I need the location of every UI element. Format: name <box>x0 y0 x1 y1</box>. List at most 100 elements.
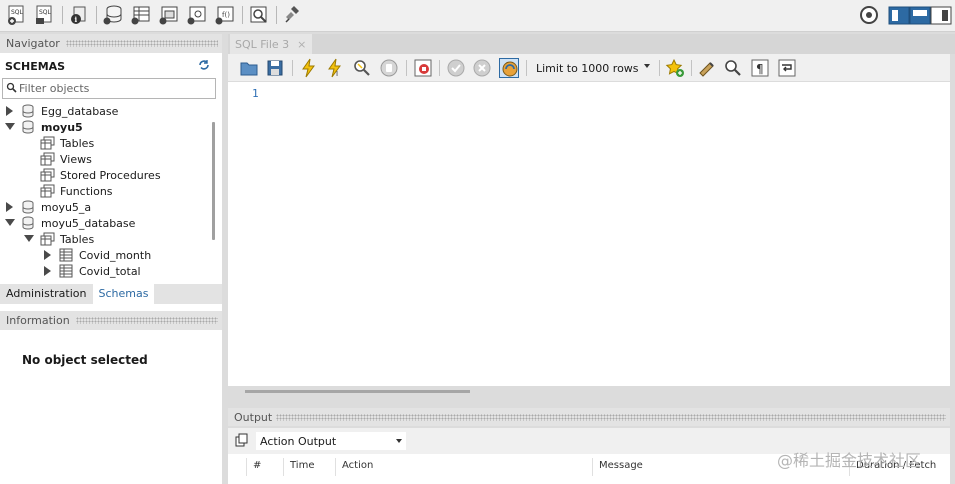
limit-rows-select[interactable]: Limit to 1000 rows <box>530 58 654 78</box>
stop-icon[interactable] <box>379 58 399 78</box>
tree-item-schema[interactable]: moyu5_database <box>0 215 210 231</box>
tree-item-folder[interactable]: Views <box>0 151 210 167</box>
expand-arrow-icon[interactable] <box>43 266 53 276</box>
table-icon <box>59 248 74 262</box>
editor-horizontal-scrollbar[interactable] <box>245 390 470 393</box>
tree-item-folder[interactable]: Tables <box>0 231 210 247</box>
copy-icon[interactable] <box>235 433 249 447</box>
editor-toolbar: I Limit to 1000 rows ¶ <box>228 54 950 82</box>
output-header: Output <box>228 408 950 426</box>
tree-item-label: moyu5_a <box>41 200 92 214</box>
settings-icon[interactable] <box>858 4 880 26</box>
tree-item-label: Stored Procedures <box>60 168 161 182</box>
folder-icon <box>40 168 55 182</box>
collapse-arrow-icon[interactable] <box>5 218 15 228</box>
svg-text:i: i <box>75 15 78 24</box>
main-toolbar: SQL SQL i f() <box>0 0 955 32</box>
tree-item-label: Covid_total <box>79 264 141 278</box>
open-sql-script-icon[interactable]: SQL <box>34 4 56 26</box>
tree-scrollbar[interactable] <box>212 122 215 240</box>
collapse-arrow-icon[interactable] <box>24 234 34 244</box>
open-file-icon[interactable] <box>239 58 259 78</box>
tree-item-folder[interactable]: Stored Procedures <box>0 167 210 183</box>
limit-rows-value: Limit to 1000 rows <box>536 61 639 75</box>
toggle-stop-on-error-icon[interactable] <box>413 58 433 78</box>
line-number: 1 <box>252 87 259 100</box>
create-schema-icon[interactable] <box>102 4 124 26</box>
sql-editor[interactable]: 1 <box>228 82 950 386</box>
editor-tabstrip: SQL File 3 × <box>228 34 955 54</box>
folder-icon <box>40 184 55 198</box>
rollback-icon[interactable] <box>472 58 492 78</box>
tree-item-schema[interactable]: moyu5_a <box>0 199 210 215</box>
expand-arrow-icon[interactable] <box>5 106 15 116</box>
folder-icon <box>40 152 55 166</box>
panel-grip[interactable] <box>75 317 218 324</box>
tree-item-label: moyu5_database <box>41 216 136 230</box>
find-icon[interactable] <box>723 58 743 78</box>
navigator-tabs: Administration Schemas <box>0 284 222 304</box>
explain-icon[interactable] <box>352 58 372 78</box>
column-header-action[interactable]: Action <box>335 458 591 476</box>
close-tab-icon[interactable]: × <box>297 38 306 51</box>
expand-arrow-icon[interactable] <box>5 202 15 212</box>
tree-item-schema[interactable]: Egg_database <box>0 103 210 119</box>
beautify-icon[interactable] <box>697 58 717 78</box>
word-wrap-icon[interactable] <box>777 58 797 78</box>
filter-objects-field[interactable] <box>2 78 216 99</box>
svg-text:¶: ¶ <box>756 62 764 76</box>
tree-item-label: Functions <box>60 184 113 198</box>
add-snippet-icon[interactable] <box>665 58 685 78</box>
execute-icon[interactable] <box>299 58 319 78</box>
tree-item-table[interactable]: Covid_total <box>0 263 210 279</box>
create-procedure-icon[interactable] <box>186 4 208 26</box>
table-icon <box>59 264 74 278</box>
new-sql-tab-icon[interactable]: SQL <box>6 4 28 26</box>
navigator-header: Navigator <box>0 34 222 53</box>
create-table-icon[interactable] <box>130 4 152 26</box>
tree-item-table[interactable]: Covid_month <box>0 247 210 263</box>
panel-grip[interactable] <box>65 40 218 47</box>
search-icon <box>6 82 17 96</box>
output-type-select[interactable]: Action Output <box>256 432 406 450</box>
tab-administration[interactable]: Administration <box>0 284 93 304</box>
tree-item-schema[interactable]: moyu5 <box>0 119 210 135</box>
autocommit-toggle-icon[interactable] <box>499 58 519 78</box>
search-table-data-icon[interactable] <box>248 4 270 26</box>
output-title: Output <box>234 410 273 424</box>
refresh-schemas-icon[interactable] <box>198 59 210 74</box>
svg-text:f(): f() <box>222 11 230 19</box>
tab-sql-file[interactable]: SQL File 3 × <box>230 34 312 54</box>
panel-grip[interactable] <box>276 413 946 421</box>
filter-objects-input[interactable] <box>19 82 205 95</box>
tree-item-label: Tables <box>60 136 95 150</box>
svg-text:SQL: SQL <box>39 9 52 16</box>
invisible-characters-icon[interactable]: ¶ <box>750 58 770 78</box>
save-icon[interactable] <box>265 58 285 78</box>
create-function-icon[interactable]: f() <box>214 4 236 26</box>
reconnect-icon[interactable] <box>282 4 304 26</box>
commit-icon[interactable] <box>446 58 466 78</box>
layout-toggle-icon[interactable] <box>888 4 952 26</box>
create-view-icon[interactable] <box>158 4 180 26</box>
information-header: Information <box>0 311 222 330</box>
database-icon <box>21 104 36 118</box>
info-icon[interactable]: i <box>68 4 90 26</box>
chevron-down-icon <box>644 64 650 68</box>
tree-item-folder[interactable]: Tables <box>0 135 210 151</box>
column-header-number[interactable]: # <box>246 458 280 476</box>
chevron-down-icon <box>396 439 402 443</box>
execute-current-icon[interactable]: I <box>325 58 345 78</box>
expand-arrow-icon[interactable] <box>43 250 53 260</box>
database-icon <box>21 216 36 230</box>
column-header-time[interactable]: Time <box>283 458 335 476</box>
svg-text:SQL: SQL <box>11 9 24 16</box>
sql-editor-area: SQL File 3 × I Limit to 1000 rows ¶ 1 Ou… <box>228 34 955 484</box>
tree-item-folder[interactable]: Functions <box>0 183 210 199</box>
tab-schemas[interactable]: Schemas <box>92 284 155 304</box>
collapse-arrow-icon[interactable] <box>5 122 15 132</box>
watermark: @稀土掘金技术社区 <box>777 451 922 470</box>
